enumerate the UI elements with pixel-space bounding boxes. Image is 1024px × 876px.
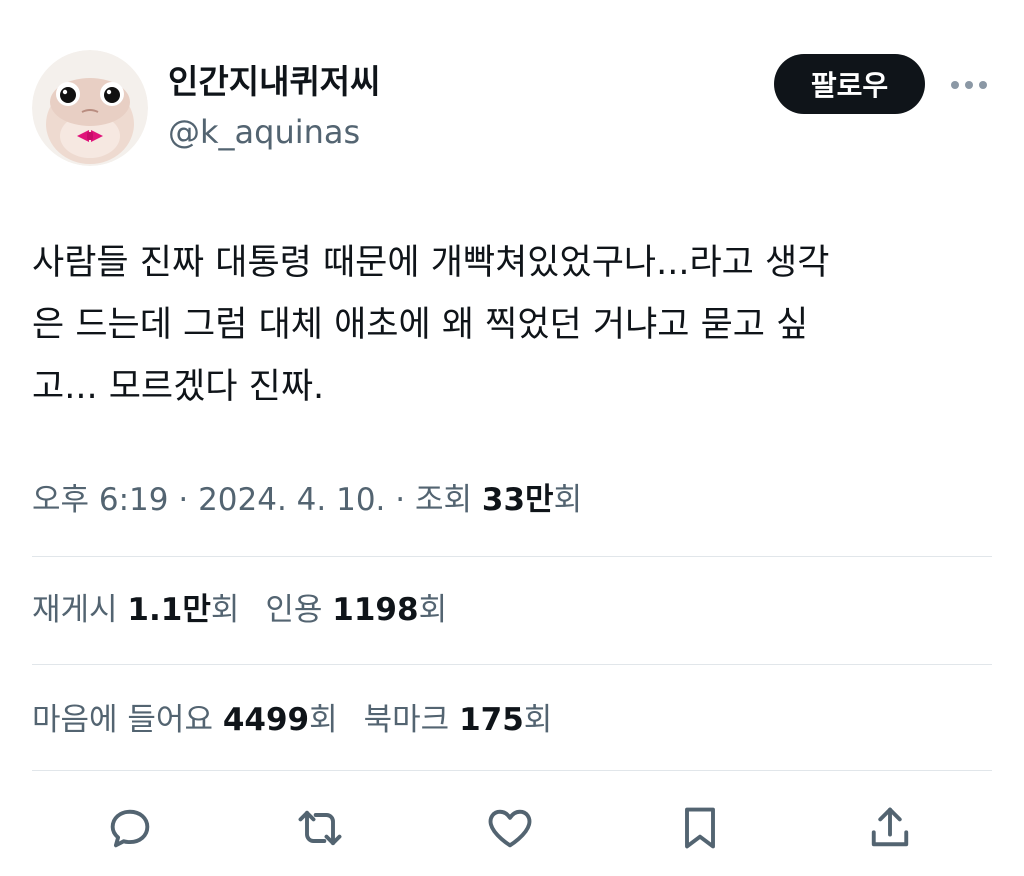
meta-separator: ·: [385, 482, 415, 518]
tweet-text-line: 은 드는데 그럼 대체 애초에 왜 찍었던 거냐고 묻고 싶: [32, 305, 809, 345]
views-suffix: 회: [553, 482, 583, 518]
meta-separator: ·: [168, 482, 199, 518]
tweet-date[interactable]: 2024. 4. 10.: [198, 482, 385, 518]
retweets-label: 재게시: [32, 592, 128, 628]
bookmarks-label: 북마크: [363, 702, 460, 738]
likes-suffix: 회: [309, 702, 338, 738]
likes-label: 마음에 들어요: [32, 702, 223, 738]
bookmark-icon: [685, 807, 715, 849]
engagement-stats-row-1: 재게시 1.1만회 인용 1198회: [32, 584, 447, 636]
heart-icon: [488, 809, 532, 848]
divider: [32, 664, 992, 665]
divider: [32, 770, 992, 771]
divider: [32, 556, 992, 557]
display-name[interactable]: 인간지내퀴저씨: [168, 60, 381, 104]
views-label: 조회: [414, 482, 482, 518]
views-count[interactable]: 33만: [482, 482, 554, 518]
engagement-stats-row-2: 마음에 들어요 4499회 북마크 175회: [32, 694, 552, 746]
user-handle[interactable]: @k_aquinas: [168, 110, 360, 154]
tweet-text: 사람들 진짜 대통령 때문에 개빡쳐있었구나...라고 생각 은 드는데 그럼 …: [32, 232, 972, 418]
avatar[interactable]: [32, 50, 148, 166]
like-button[interactable]: [478, 796, 542, 860]
quotes-label: 인용: [265, 592, 333, 628]
quotes-suffix: 회: [418, 592, 448, 628]
quotes-count: 1198: [332, 592, 419, 628]
tweet-text-line: 사람들 진짜 대통령 때문에 개빡쳐있었구나...라고 생각: [32, 243, 830, 283]
more-dots-icon[interactable]: [946, 70, 992, 100]
tweet-actions: [0, 796, 1024, 860]
bookmark-button[interactable]: [668, 796, 732, 860]
frog-avatar-icon: [32, 50, 148, 166]
share-icon: [871, 807, 909, 847]
quotes-stat[interactable]: 인용 1198회: [265, 592, 447, 628]
reply-icon: [110, 809, 150, 848]
share-button[interactable]: [858, 796, 922, 860]
bookmarks-suffix: 회: [523, 702, 553, 738]
tweet-meta: 오후 6:19 · 2024. 4. 10. · 조회 33만회: [32, 474, 582, 526]
bookmarks-count: 175: [459, 702, 524, 738]
follow-button[interactable]: 팔로우: [774, 54, 925, 114]
retweets-count: 1.1만: [127, 592, 211, 628]
bookmarks-stat[interactable]: 북마크 175회: [364, 702, 553, 738]
retweets-suffix: 회: [210, 592, 240, 628]
tweet-text-line: 고... 모르겠다 진짜.: [32, 367, 325, 407]
tweet-time[interactable]: 오후 6:19: [32, 482, 169, 518]
retweet-icon: [298, 810, 342, 846]
likes-stat[interactable]: 마음에 들어요 4499회: [32, 702, 338, 738]
reply-button[interactable]: [98, 796, 162, 860]
retweet-button[interactable]: [288, 796, 352, 860]
likes-count: 4499: [222, 702, 310, 738]
retweets-stat[interactable]: 재게시 1.1만회: [32, 592, 239, 628]
